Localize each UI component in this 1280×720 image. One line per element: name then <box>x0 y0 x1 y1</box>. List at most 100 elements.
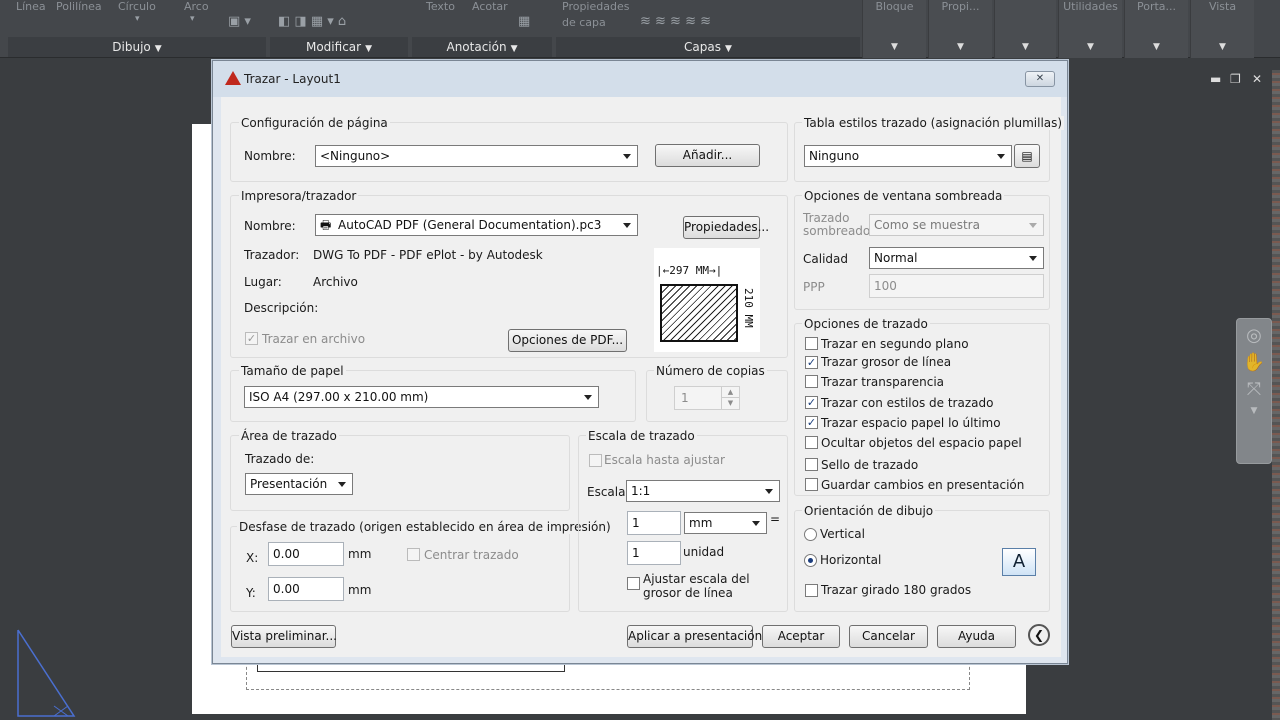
offset-x-label: X: <box>246 551 259 565</box>
panel-utilidades-label: Utilidades <box>1063 0 1118 13</box>
ribbon: Línea Polilínea Círculo Arco Texto Acota… <box>0 0 1280 58</box>
ribbon-polyline-label[interactable]: Polilínea <box>56 0 102 13</box>
close-icon[interactable]: ✕ <box>1252 72 1262 86</box>
region-icon[interactable]: ▣ ▾ <box>228 14 251 29</box>
scale-lineweights-checkbox[interactable] <box>627 577 640 590</box>
page-setup-select[interactable]: <Ninguno> <box>315 145 638 167</box>
plot-style-select[interactable]: Ninguno <box>804 145 1012 167</box>
edit-table-icon: ▤ <box>1021 149 1033 163</box>
panel-anotacion[interactable]: Anotación ▼ <box>412 37 552 57</box>
chevron-down-icon: ▼ <box>1219 42 1226 52</box>
ribbon-text-label[interactable]: Texto <box>426 0 455 13</box>
plot-paperspace-last-checkbox[interactable]: ✓ <box>805 416 818 429</box>
description-label: Descripción: <box>244 301 319 315</box>
dialog-title-bar[interactable]: Trazar - Layout1 ✕ <box>213 61 1067 97</box>
offset-x-unit: mm <box>348 547 372 561</box>
ribbon-layer-props-label[interactable]: Propiedades <box>562 0 629 13</box>
ribbon-line-label[interactable]: Línea <box>16 0 46 13</box>
printer-group-label: Impresora/trazador <box>239 189 359 203</box>
scale-select[interactable]: 1:1 <box>626 480 780 502</box>
what-to-plot-label: Trazado de: <box>245 452 315 466</box>
copies-value: 1 <box>681 391 689 405</box>
center-plot-label: Centrar trazado <box>424 548 519 562</box>
help-button[interactable]: Ayuda <box>937 625 1016 648</box>
printer-select[interactable]: 🖶 AutoCAD PDF (General Documentation).pc… <box>315 214 638 236</box>
pan-icon[interactable]: ✋ <box>1237 352 1271 373</box>
panel-dibujo[interactable]: Dibujo ▼ <box>8 37 266 57</box>
chevron-down-icon: ▼ <box>957 42 964 52</box>
plot-background-checkbox[interactable] <box>805 337 818 350</box>
what-to-plot-select[interactable]: Presentación <box>245 473 353 495</box>
plot-to-file-checkbox[interactable]: ✓ <box>245 332 258 345</box>
layer-tools-icon[interactable]: ≋ ≋ ≋ ≋ ≋ <box>640 14 711 29</box>
ribbon-dimension-label[interactable]: Acotar <box>472 0 508 13</box>
table-icon[interactable]: ▦ <box>518 14 530 29</box>
quality-select[interactable]: Normal <box>869 247 1044 269</box>
spin-down-icon[interactable]: ▼ <box>721 398 739 409</box>
printer-name-label: Nombre: <box>244 219 296 233</box>
panel-bloque[interactable]: Bloque ▼ <box>862 0 926 58</box>
plotter-label: Trazador: <box>244 248 300 262</box>
preview-width-value: 297 MM <box>669 264 709 277</box>
scale-unit-select[interactable]: mm <box>684 512 767 534</box>
panel-capas[interactable]: Capas ▼ <box>556 37 860 57</box>
dpi-input[interactable]: 100 <box>869 274 1044 298</box>
zoom-icon[interactable]: ⤧ <box>1237 379 1271 400</box>
chevron-down-icon: ▼ <box>154 44 162 54</box>
scale-value2-input[interactable]: 1 <box>627 541 681 565</box>
copies-label: Número de copias <box>654 364 767 378</box>
panel-propiedades[interactable]: Propi... ▼ <box>928 0 992 58</box>
minimize-icon[interactable]: ▬ <box>1210 72 1221 86</box>
orientation-label: Orientación de dibujo <box>802 504 936 518</box>
hide-paperspace-objects-checkbox[interactable] <box>805 436 818 449</box>
scale-unit2-label: unidad <box>683 545 725 559</box>
portrait-radio[interactable] <box>804 528 817 541</box>
center-plot-checkbox[interactable] <box>407 548 420 561</box>
panel-utilidades[interactable]: Utilidades ▼ <box>1058 0 1122 58</box>
collapse-options-button[interactable]: ❮ <box>1028 624 1050 646</box>
navigation-bar[interactable]: ◎ ✋ ⤧ ▼ <box>1236 318 1272 464</box>
panel-vista[interactable]: Vista ▼ <box>1190 0 1254 58</box>
upside-down-checkbox[interactable] <box>805 584 818 597</box>
panel-grupos[interactable]: ▼ <box>994 0 1056 58</box>
printer-select-value: AutoCAD PDF (General Documentation).pc3 <box>338 218 602 232</box>
ok-button[interactable]: Aceptar <box>762 625 840 648</box>
add-page-setup-button[interactable]: Añadir... <box>655 144 760 167</box>
restore-icon[interactable]: ❐ <box>1230 72 1241 86</box>
pdf-options-button[interactable]: Opciones de PDF... <box>508 329 627 352</box>
apply-to-layout-button[interactable]: Aplicar a presentación <box>627 625 762 648</box>
ribbon-arc-label[interactable]: Arco <box>184 0 209 13</box>
chevron-down-icon: ▼ <box>510 44 518 54</box>
arc-dropdown-icon[interactable]: ▾ <box>190 14 195 24</box>
save-changes-checkbox[interactable] <box>805 478 818 491</box>
dialog-close-button[interactable]: ✕ <box>1025 71 1055 87</box>
plot-stamp-checkbox[interactable] <box>805 458 818 471</box>
cancel-button[interactable]: Cancelar <box>849 625 928 648</box>
panel-modificar[interactable]: Modificar ▼ <box>270 37 408 57</box>
chevron-down-icon: ▼ <box>1153 42 1160 52</box>
preview-button[interactable]: Vista preliminar... <box>231 625 337 648</box>
scale-value1-input[interactable]: 1 <box>627 511 681 535</box>
plot-transparency-checkbox[interactable] <box>805 375 818 388</box>
copies-spinner[interactable]: 1 ▲ ▼ <box>674 386 740 410</box>
offset-y-input[interactable]: 0.00 <box>268 577 344 601</box>
landscape-radio[interactable] <box>804 554 817 567</box>
steering-wheel-icon[interactable]: ◎ <box>1237 325 1271 346</box>
printer-properties-button[interactable]: Propiedades... <box>683 216 769 239</box>
modify-tools-icon[interactable]: ◧ ◨ ▦ ▾ ⌂ <box>278 14 346 29</box>
plot-lineweights-checkbox[interactable]: ✓ <box>805 356 818 369</box>
chevron-down-icon[interactable]: ▼ <box>1237 406 1271 416</box>
spin-up-icon[interactable]: ▲ <box>721 387 739 398</box>
plot-with-styles-checkbox[interactable]: ✓ <box>805 396 818 409</box>
paper-size-select[interactable]: ISO A4 (297.00 x 210.00 mm) <box>244 386 599 408</box>
panel-modificar-label: Modificar <box>305 40 362 54</box>
panel-portapapeles[interactable]: Porta... ▼ <box>1124 0 1188 58</box>
plot-style-edit-button[interactable]: ▤ <box>1014 144 1040 168</box>
circle-dropdown-icon[interactable]: ▾ <box>135 14 140 24</box>
shade-plot-select[interactable]: Como se muestra <box>869 214 1044 236</box>
plot-transparency-label: Trazar transparencia <box>821 375 945 389</box>
fit-to-paper-checkbox[interactable] <box>589 454 602 467</box>
chevron-down-icon: ▼ <box>725 44 732 54</box>
ribbon-circle-label[interactable]: Círculo <box>118 0 156 13</box>
offset-x-input[interactable]: 0.00 <box>268 542 344 566</box>
